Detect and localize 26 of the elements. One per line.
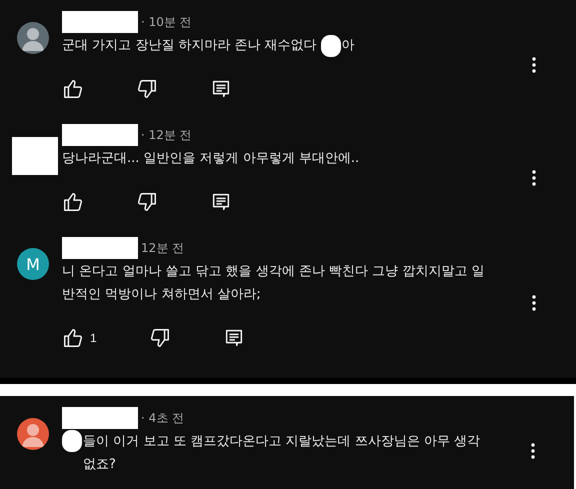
like-button[interactable] bbox=[62, 78, 84, 100]
thumbs-up-icon bbox=[62, 191, 84, 214]
like-button[interactable] bbox=[62, 191, 84, 214]
comment-text: 당나라군대... 일반인을 저렇게 아무렇게 부대안에.. bbox=[62, 151, 360, 166]
comment-time: · 12분 전 bbox=[141, 126, 192, 144]
comment-time: · 4초 전 bbox=[141, 410, 184, 426]
comment-text: 군대 가지고 장난질 하지마라 존나 재수없다 bbox=[62, 38, 317, 53]
thumbs-down-icon bbox=[136, 191, 158, 214]
comment-text: 들이 이거 보고 또 캠프갔다온다고 지랄났는데 쯔사장님은 아무 생각없죠? bbox=[83, 433, 482, 474]
avatar-icon[interactable] bbox=[17, 418, 49, 450]
thumbs-down-icon bbox=[136, 78, 158, 100]
comment-text: 니 온다고 얼마나 쓸고 닦고 했을 생각에 존나 빡친다 그냥 깝치지말고 일반적인 먹방이나 쳐하면서 살아라; bbox=[62, 264, 484, 302]
dislike-button[interactable] bbox=[136, 191, 158, 214]
like-button[interactable]: 1 bbox=[62, 327, 97, 350]
thumbs-up-icon bbox=[62, 327, 84, 350]
redaction-block bbox=[320, 34, 341, 56]
thumbs-up-icon bbox=[62, 78, 84, 100]
comment-time: 12분 전 bbox=[141, 240, 184, 257]
comment-text: 아 bbox=[342, 38, 355, 53]
like-count: 1 bbox=[90, 331, 97, 346]
thumbs-down-icon bbox=[148, 327, 171, 350]
dislike-button[interactable] bbox=[136, 78, 158, 100]
redaction-block bbox=[12, 137, 58, 176]
dislike-button[interactable] bbox=[148, 327, 171, 350]
avatar-icon[interactable] bbox=[17, 22, 49, 54]
comment-time: · 10분 전 bbox=[141, 14, 192, 30]
